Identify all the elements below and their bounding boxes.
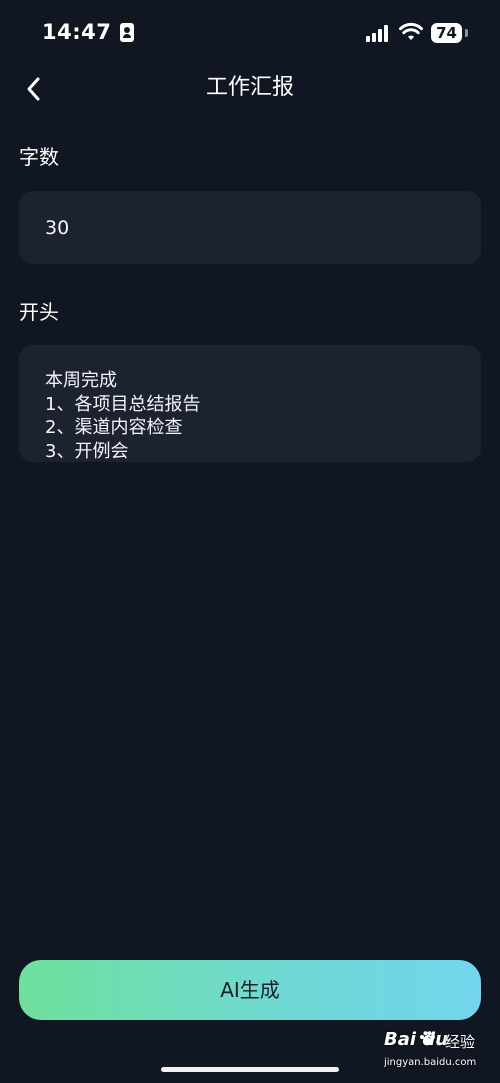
status-bar: 14:47 74 [0, 0, 500, 66]
status-time-container: 14:47 [42, 20, 135, 44]
watermark-subtitle: 经验 [445, 1033, 476, 1051]
paw-icon [420, 1031, 435, 1046]
word-count-label: 字数 [19, 145, 59, 169]
ai-generate-button[interactable]: AI生成 [19, 960, 481, 1020]
battery-cap [465, 29, 468, 37]
word-count-value: 30 [45, 217, 70, 239]
opening-line: 2、渠道内容检查 [45, 417, 183, 438]
opening-line: 3、开例会 [45, 440, 129, 462]
battery-icon: 74 [431, 23, 462, 43]
opening-line: 1、各项目总结报告 [45, 393, 201, 415]
signal-icon [366, 24, 390, 42]
watermark-brand: Bai du [384, 1029, 449, 1050]
opening-textarea[interactable]: 本周完成 1、各项目总结报告 2、渠道内容检查 3、开例会 [19, 345, 481, 462]
word-count-input[interactable]: 30 [19, 191, 481, 264]
home-indicator[interactable] [161, 1067, 339, 1072]
baidu-jingyan-watermark: Bai du 经验 jingyan.baidu.com [380, 1027, 500, 1081]
watermark-url: jingyan.baidu.com [384, 1057, 477, 1068]
status-time: 14:47 [42, 20, 112, 44]
page-title: 工作汇报 [205, 75, 294, 100]
wifi-icon [399, 22, 423, 40]
opening-line: 本周完成 [45, 370, 117, 391]
id-card-icon [120, 22, 135, 42]
opening-label: 开头 [19, 300, 59, 324]
